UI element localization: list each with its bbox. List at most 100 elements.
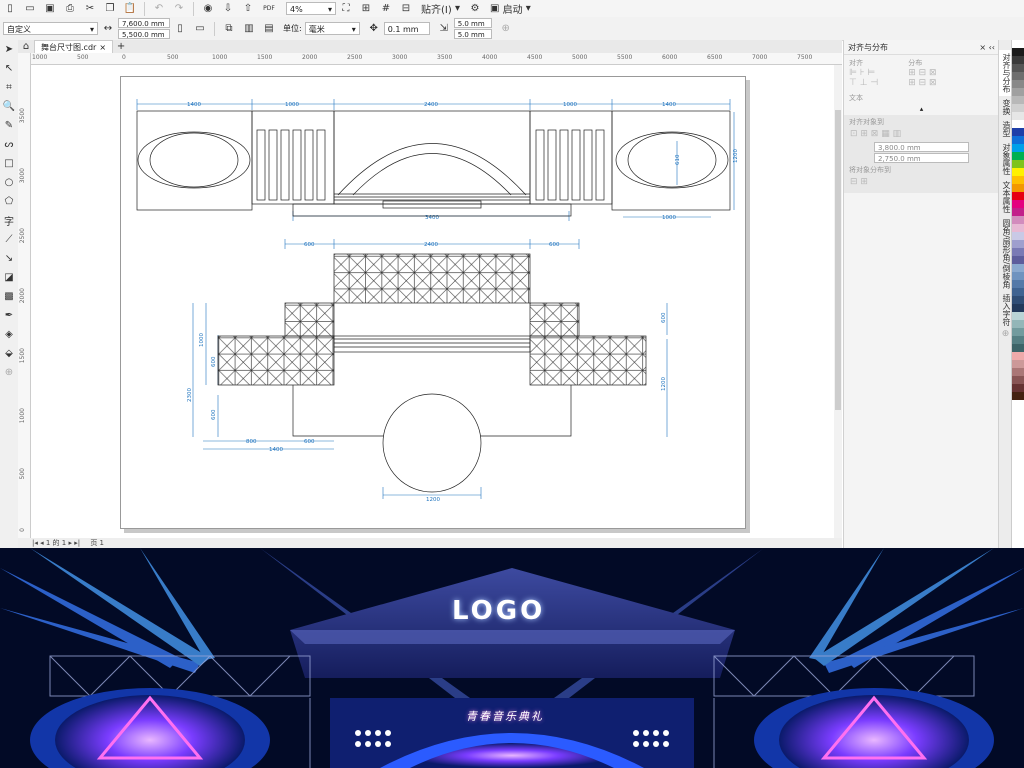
color-swatch[interactable]	[1012, 376, 1024, 384]
color-swatch[interactable]	[1012, 368, 1024, 376]
color-swatch[interactable]	[1012, 48, 1024, 56]
freehand-tool-icon[interactable]: ✎	[0, 116, 18, 135]
prev-page-icon[interactable]: ◂	[40, 539, 44, 547]
color-swatch[interactable]	[1012, 328, 1024, 336]
portrait-icon[interactable]: ▯	[172, 21, 188, 36]
zoom-tool-icon[interactable]: 🔍	[0, 97, 18, 116]
color-swatch[interactable]	[1012, 128, 1024, 136]
publish-pdf-icon[interactable]: PDF	[260, 1, 278, 16]
redo-icon[interactable]: ↷	[171, 1, 187, 16]
open-folder-icon[interactable]: ▭	[22, 1, 38, 16]
collapse-icon[interactable]: ▴	[844, 105, 999, 113]
export-icon[interactable]: ⇧	[240, 1, 256, 16]
color-swatch[interactable]	[1012, 384, 1024, 392]
close-tab-icon[interactable]: ×	[99, 43, 106, 52]
color-swatch[interactable]	[1012, 304, 1024, 312]
drawing-page[interactable]: 1400 1000 2400 1000 1400 3400 1000 1200 …	[120, 76, 746, 529]
page-tab[interactable]: 页 1	[90, 539, 104, 547]
zoom-level-field[interactable]: 4%	[286, 2, 336, 15]
color-swatch[interactable]	[1012, 56, 1024, 64]
landscape-icon[interactable]: ▭	[192, 21, 208, 36]
y-position-field[interactable]: 2,750.0 mm	[874, 153, 969, 163]
align-buttons[interactable]: ⊫ ⊦ ⊨ ⊤ ⊥ ⊣	[849, 68, 878, 88]
color-swatch[interactable]	[1012, 256, 1024, 264]
color-swatch[interactable]	[1012, 104, 1024, 112]
x-position-field[interactable]: 3,800.0 mm	[874, 142, 969, 152]
color-swatch[interactable]	[1012, 200, 1024, 208]
color-swatch[interactable]	[1012, 144, 1024, 152]
color-swatch[interactable]	[1012, 136, 1024, 144]
full-screen-icon[interactable]: ⛶	[338, 1, 354, 16]
distribute-buttons[interactable]: ⊞ ⊟ ⊠ ⊞ ⊟ ⊠	[908, 68, 936, 88]
tab-stage-dimension-doc[interactable]: 舞台尺寸图.cdr ×	[34, 39, 114, 54]
color-swatch[interactable]	[1012, 288, 1024, 296]
grid-icon[interactable]: #	[378, 1, 394, 16]
page-height-field[interactable]: 5,500.0 mm	[118, 29, 170, 39]
rulers-icon[interactable]: ⊞	[358, 1, 374, 16]
color-swatch[interactable]	[1012, 152, 1024, 160]
duplicate-y-field[interactable]: 5.0 mm	[453, 29, 492, 39]
color-swatch[interactable]	[1012, 360, 1024, 368]
color-swatch[interactable]	[1012, 72, 1024, 80]
drawing-canvas[interactable]: 1400 1000 2400 1000 1400 3400 1000 1200 …	[31, 65, 834, 540]
add-page-icon[interactable]: ⊕	[498, 21, 514, 36]
all-pages-icon[interactable]: ⧉	[221, 21, 237, 36]
home-icon[interactable]: ⌂	[20, 39, 32, 54]
drop-shadow-icon[interactable]: ◪	[0, 268, 18, 287]
transparency-icon[interactable]: ▩	[0, 287, 18, 306]
color-swatch[interactable]	[1012, 96, 1024, 104]
color-swatch[interactable]	[1012, 168, 1024, 176]
pick-tool-icon[interactable]: ➤	[0, 40, 18, 59]
launch-icon[interactable]: ▣ 启动 ▾	[487, 1, 534, 16]
snap-icon[interactable]: 贴齐(I) ▾	[418, 1, 463, 16]
ellipse-tool-icon[interactable]: ○	[0, 173, 18, 192]
crop-tool-icon[interactable]: ⌗	[0, 78, 18, 97]
text-tool-icon[interactable]: 字	[0, 211, 18, 230]
save-icon[interactable]: ▣	[42, 1, 58, 16]
color-swatch[interactable]	[1012, 112, 1024, 120]
eyedropper-icon[interactable]: ✒	[0, 306, 18, 325]
color-swatch[interactable]	[1012, 240, 1024, 248]
print-icon[interactable]: ⎙	[62, 1, 78, 16]
horizontal-ruler[interactable]: 1000 500 0 500 1000 1500 2000 2500 3000 3500 4000 4…	[30, 53, 842, 65]
color-swatch[interactable]	[1012, 160, 1024, 168]
parallel-dimension-icon[interactable]: ⟋	[0, 230, 18, 249]
page-layout-icon[interactable]: ▤	[261, 21, 277, 36]
duplicate-x-field[interactable]: 5.0 mm	[453, 18, 492, 28]
distribute-target-buttons[interactable]: ⊟ ⊞	[844, 177, 999, 187]
vertical-scroll-thumb[interactable]	[835, 110, 841, 410]
unit-select[interactable]: 毫米	[304, 22, 360, 35]
color-swatch[interactable]	[1012, 80, 1024, 88]
undo-icon[interactable]: ↶	[151, 1, 167, 16]
cut-icon[interactable]: ✂	[82, 1, 98, 16]
artistic-media-icon[interactable]: ᔕ	[0, 135, 18, 154]
color-swatch[interactable]	[1012, 352, 1024, 360]
current-page-icon[interactable]: ▥	[241, 21, 257, 36]
import-icon[interactable]: ⇩	[220, 1, 236, 16]
color-swatch[interactable]	[1012, 184, 1024, 192]
color-swatch[interactable]	[1012, 216, 1024, 224]
connector-tool-icon[interactable]: ↘	[0, 249, 18, 268]
page-preset-select[interactable]: 自定义	[3, 22, 98, 35]
color-swatch[interactable]	[1012, 320, 1024, 328]
smart-fill-icon[interactable]: ⬙	[0, 344, 18, 363]
paste-icon[interactable]: 📋	[122, 1, 138, 16]
color-swatch[interactable]	[1012, 208, 1024, 216]
color-swatch[interactable]	[1012, 224, 1024, 232]
color-swatch[interactable]	[1012, 232, 1024, 240]
shape-tool-icon[interactable]: ↖	[0, 59, 18, 78]
docker-close-icon[interactable]: × ‹‹	[979, 43, 995, 52]
first-page-icon[interactable]: |◂	[32, 539, 38, 547]
guidelines-icon[interactable]: ⊟	[398, 1, 414, 16]
color-swatch[interactable]	[1012, 176, 1024, 184]
color-swatch[interactable]	[1012, 272, 1024, 280]
new-document-icon[interactable]: ▯	[2, 1, 18, 16]
color-swatch[interactable]	[1012, 336, 1024, 344]
search-content-icon[interactable]: ◉	[200, 1, 216, 16]
polygon-tool-icon[interactable]: ⬠	[0, 192, 18, 211]
rectangle-tool-icon[interactable]: □	[0, 154, 18, 173]
color-swatch[interactable]	[1012, 40, 1024, 48]
page-width-field[interactable]: 7,600.0 mm	[118, 18, 170, 28]
color-swatch[interactable]	[1012, 280, 1024, 288]
color-swatch[interactable]	[1012, 88, 1024, 96]
